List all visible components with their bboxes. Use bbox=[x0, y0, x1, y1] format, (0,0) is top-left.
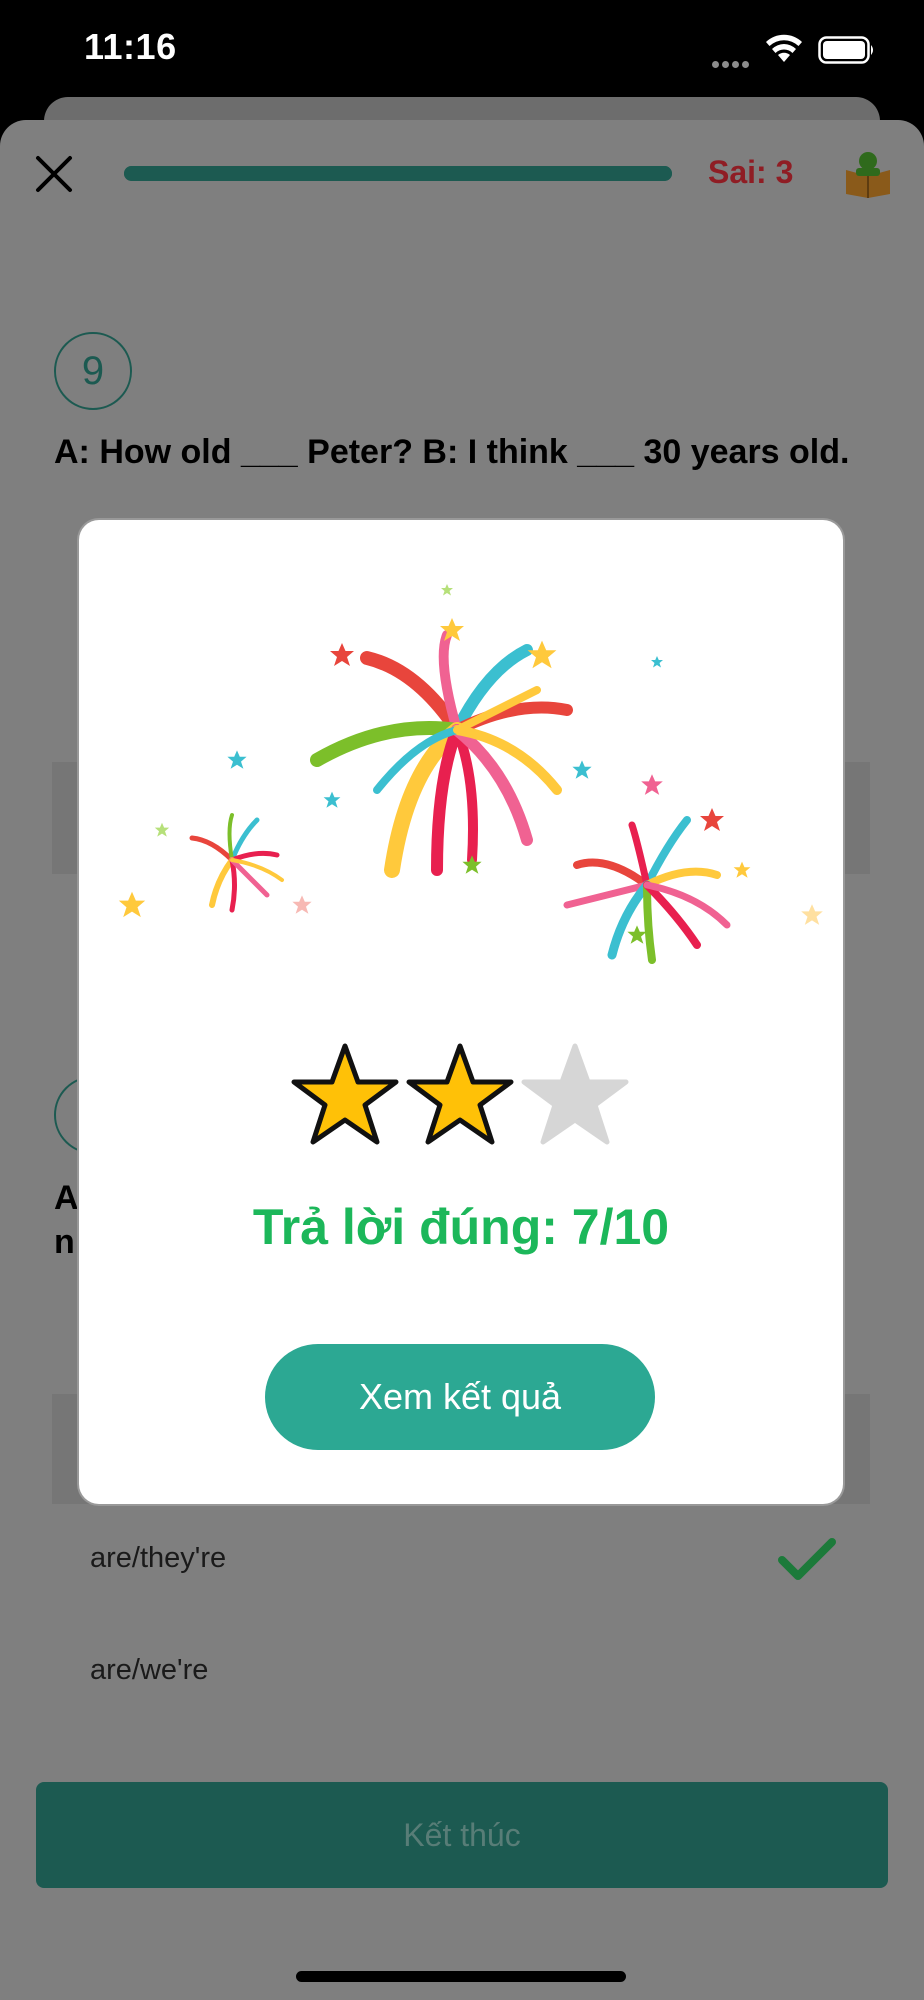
progress-bar bbox=[124, 166, 672, 181]
status-bar: 11:16 bbox=[0, 0, 924, 100]
wrong-count: Sai: 3 bbox=[708, 154, 794, 190]
star-filled-icon bbox=[291, 1043, 399, 1145]
view-results-button[interactable]: Xem kết quả bbox=[265, 1344, 655, 1450]
finish-button[interactable]: Kết thúc bbox=[36, 1782, 888, 1888]
star-filled-icon bbox=[406, 1043, 514, 1145]
bookworm-icon[interactable] bbox=[842, 148, 894, 200]
status-time: 11:16 bbox=[84, 26, 177, 67]
close-icon[interactable] bbox=[30, 150, 78, 198]
battery-icon bbox=[818, 36, 873, 64]
checkmark-icon bbox=[778, 1538, 836, 1580]
home-indicator[interactable] bbox=[296, 1971, 626, 1982]
question-number-badge: 9 bbox=[54, 332, 132, 410]
wifi-icon bbox=[766, 34, 802, 62]
progress-fill bbox=[124, 166, 672, 181]
question-text: A: How old ___ Peter? B: I think ___ 30 … bbox=[54, 433, 850, 471]
star-empty-icon bbox=[521, 1043, 629, 1145]
answer-option-label[interactable]: are/we're bbox=[90, 1654, 208, 1687]
answer-option-label[interactable]: are/they're bbox=[90, 1542, 226, 1575]
star-rating bbox=[291, 1043, 629, 1145]
score-text: Trả lời đúng: 7/10 bbox=[252, 1199, 670, 1255]
cellular-signal-icon bbox=[712, 55, 752, 73]
fireworks-illustration bbox=[118, 584, 823, 964]
